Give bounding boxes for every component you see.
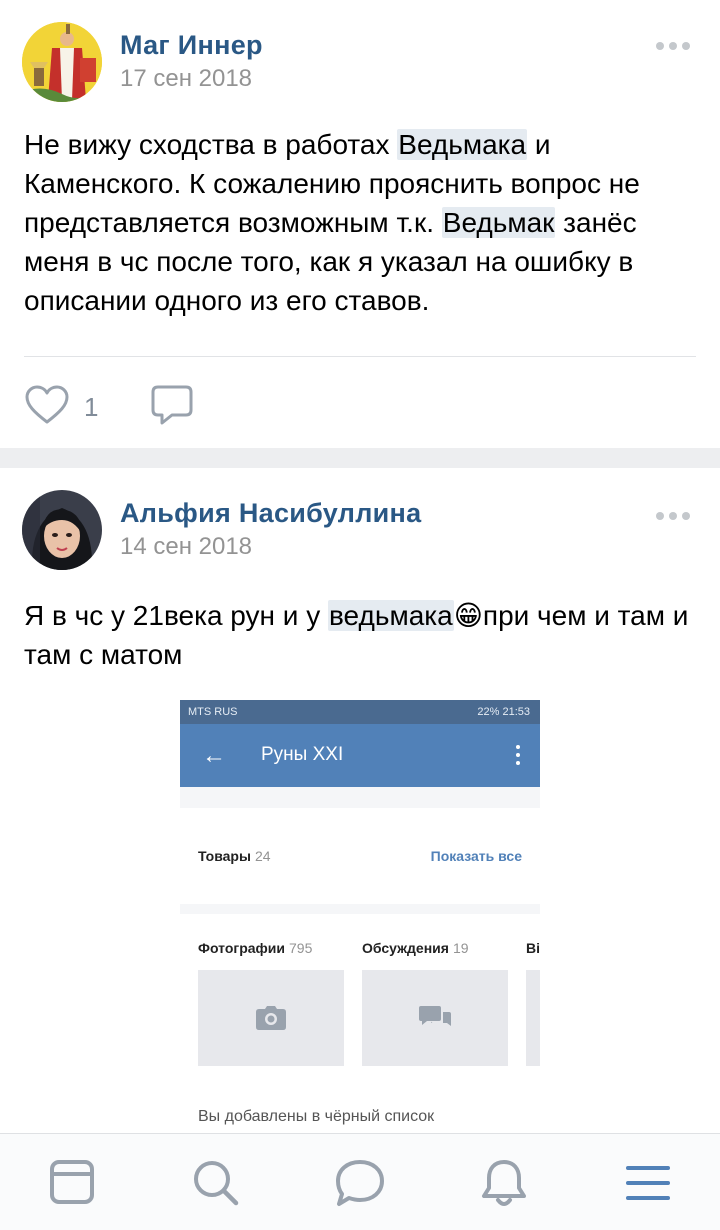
tab-notifications[interactable] <box>474 1154 534 1214</box>
more-dots-icon[interactable] <box>656 42 690 50</box>
like-button[interactable]: 1 <box>24 384 114 428</box>
tab-messages[interactable] <box>330 1154 390 1214</box>
camera-icon <box>256 1006 286 1030</box>
photo-tile <box>198 970 344 1066</box>
messages-icon <box>336 1160 384 1206</box>
hashtag-link[interactable]: Ведьмак <box>441 207 556 238</box>
heart-icon <box>25 385 69 424</box>
comment-icon <box>151 385 193 425</box>
news-icon <box>50 1160 94 1204</box>
notifications-icon <box>482 1160 526 1206</box>
post-text: Я в чс у 21века рун и у ведьмака😁при чем… <box>24 600 689 670</box>
post-text: Не вижу сходства в работах Ведьмака и Ка… <box>24 129 640 316</box>
search-icon <box>194 1161 239 1206</box>
status-bar: MTS RUS 22% 21:53 <box>180 700 540 724</box>
avatar[interactable] <box>22 490 102 570</box>
hashtag-link[interactable]: Ведьмака <box>397 129 528 160</box>
post-date: 14 сен 2018 <box>120 533 253 560</box>
more-dots-icon[interactable] <box>656 512 690 520</box>
blacklist-section: Вы добавлены в чёрный список <box>180 1100 540 1130</box>
comment-button[interactable] <box>150 384 196 428</box>
attached-photo[interactable]: MTS RUS 22% 21:53 ← Руны XXI Товары 24 По… <box>180 700 540 1130</box>
community-header: ← Руны XXI <box>180 724 540 787</box>
community-title: Руны XXI <box>261 744 344 765</box>
tab-news[interactable] <box>42 1154 102 1214</box>
menu-icon <box>626 1166 670 1200</box>
media-section: Фотографии 795 Обсуждения 19 Ві <box>180 914 540 1100</box>
tab-search[interactable] <box>186 1154 246 1214</box>
author-name[interactable]: Альфия Насибуллина <box>120 498 421 529</box>
tab-menu[interactable] <box>618 1154 678 1214</box>
kebab-menu-icon <box>516 745 520 765</box>
like-count: 1 <box>84 392 99 422</box>
divider <box>24 356 696 357</box>
hashtag-link[interactable]: ведьмака <box>328 600 454 631</box>
back-arrow-icon: ← <box>202 742 226 769</box>
blacklist-notice: Вы добавлены в чёрный список <box>198 1108 435 1125</box>
post-date: 17 сен 2018 <box>120 65 253 92</box>
avatar[interactable] <box>22 22 102 102</box>
author-name[interactable]: Маг Иннер <box>120 30 263 61</box>
grin-emoji: 😁 <box>453 600 483 631</box>
discussion-tile <box>362 970 508 1066</box>
post: Маг Иннер 17 сен 2018 Не вижу сходства в… <box>0 0 720 448</box>
bottom-tab-bar <box>0 1133 720 1230</box>
discussion-icon <box>419 1006 451 1026</box>
feed-separator <box>0 448 720 468</box>
goods-section: Товары 24 Показать все <box>180 808 540 904</box>
post: Альфия Насибуллина 14 сен 2018 Я в чс у … <box>0 468 720 1133</box>
